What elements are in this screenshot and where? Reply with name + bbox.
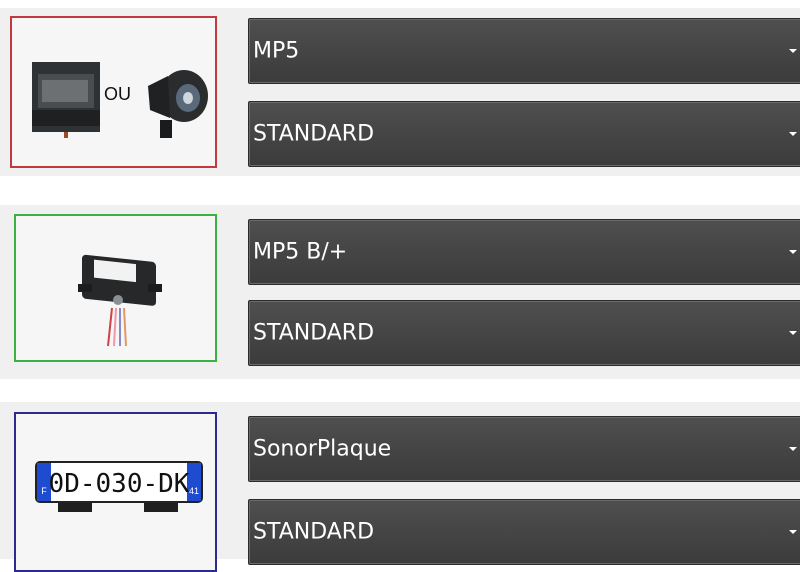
product-image-frame[interactable]: F 41 0D-030-DK <box>14 412 217 572</box>
plate-country-code: F <box>41 486 47 496</box>
model-select-value: MP5 B/+ <box>253 239 348 265</box>
model-select[interactable]: MP5 B/+ <box>248 219 800 285</box>
product-row-1: OU MP5 STANDARD <box>0 8 800 176</box>
model-select[interactable]: SonorPlaque <box>248 416 800 482</box>
chevron-down-icon <box>789 331 797 335</box>
or-caption: OU <box>104 84 131 104</box>
license-plate-image: F 41 0D-030-DK <box>35 461 203 512</box>
chevron-down-icon <box>789 447 797 451</box>
chevron-down-icon <box>789 530 797 534</box>
module-b-plus-image <box>78 254 162 347</box>
chevron-down-icon <box>789 250 797 254</box>
model-select-value: SonorPlaque <box>253 436 392 462</box>
chevron-down-icon <box>789 132 797 136</box>
chevron-down-icon <box>789 49 797 53</box>
model-select-value: MP5 <box>253 38 300 64</box>
alarm-module-image <box>32 62 100 138</box>
plate-department: 41 <box>189 486 199 496</box>
mode-select-value: STANDARD <box>253 121 375 147</box>
mode-select-value: STANDARD <box>253 320 375 346</box>
model-select[interactable]: MP5 <box>248 18 800 84</box>
mode-select-value: STANDARD <box>253 519 375 545</box>
mode-select[interactable]: STANDARD <box>248 499 800 565</box>
siren-image <box>148 70 208 138</box>
product-row-3: F 41 0D-030-DK SonorPlaque STANDARD <box>0 402 800 572</box>
plate-number: 0D-030-DK <box>49 469 190 499</box>
product-image-frame[interactable]: OU <box>10 16 217 168</box>
product-image-frame[interactable] <box>14 214 217 362</box>
mode-select[interactable]: STANDARD <box>248 300 800 366</box>
product-row-2: MP5 B/+ STANDARD <box>0 205 800 379</box>
mode-select[interactable]: STANDARD <box>248 101 800 167</box>
